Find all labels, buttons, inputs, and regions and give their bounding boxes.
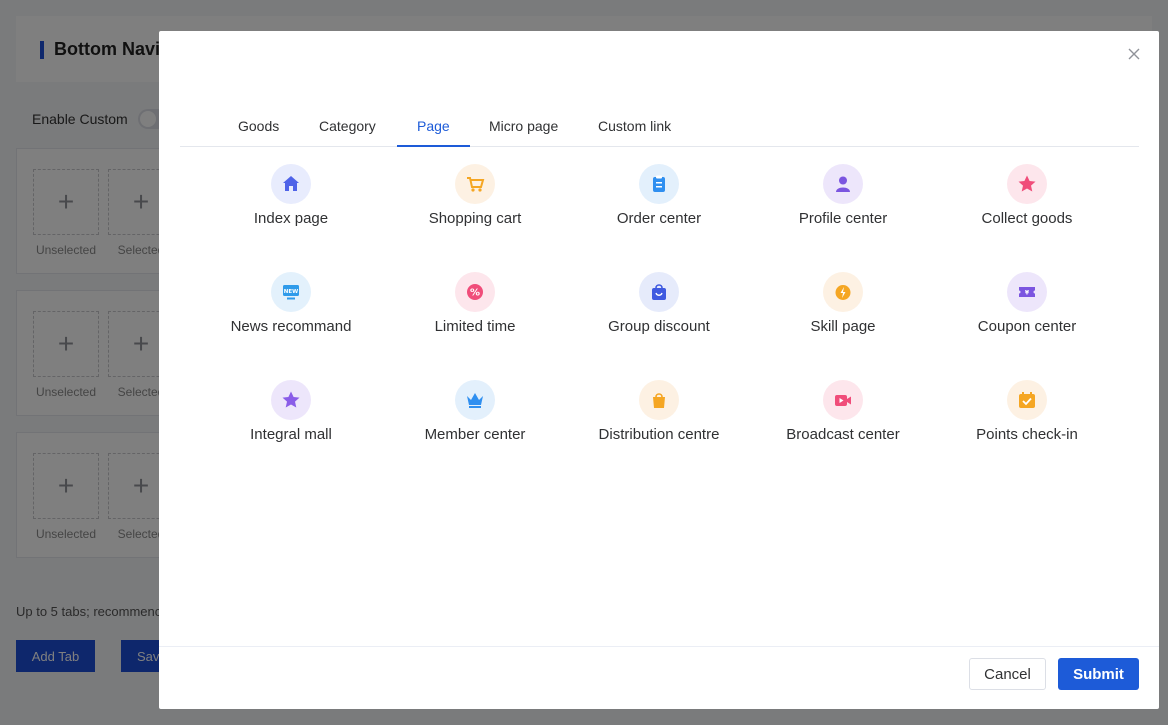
page-item-label: Group discount <box>608 318 710 335</box>
calendar-check-icon <box>1007 380 1047 420</box>
page-item-profile-center[interactable]: Profile center <box>751 164 935 244</box>
page-item-points-check-in[interactable]: Points check-in <box>935 380 1119 460</box>
page-item-label: Integral mall <box>250 426 332 443</box>
page-item-label: Profile center <box>798 210 888 227</box>
tab-page[interactable]: Page <box>397 107 470 147</box>
submit-button[interactable]: Submit <box>1058 658 1139 690</box>
page-item-label: Collect goods <box>981 210 1073 227</box>
crown-icon <box>455 380 495 420</box>
percent-icon: % <box>455 272 495 312</box>
tab-goods[interactable]: Goods <box>218 107 299 146</box>
page-item-label: Coupon center <box>977 318 1077 335</box>
user-icon <box>823 164 863 204</box>
tab-custom-link[interactable]: Custom link <box>578 107 691 146</box>
page-item-news-recommand[interactable]: NEW News recommand <box>199 272 383 352</box>
page-item-member-center[interactable]: Member center <box>383 380 567 460</box>
bag-icon <box>639 272 679 312</box>
page-item-distribution-centre[interactable]: Distribution centre <box>567 380 751 460</box>
shopping-bag-icon <box>639 380 679 420</box>
star-icon <box>1007 164 1047 204</box>
coupon-icon: ¥ <box>1007 272 1047 312</box>
tab-category[interactable]: Category <box>299 107 396 146</box>
news-icon: NEW <box>271 272 311 312</box>
page-item-label: Index page <box>253 210 329 227</box>
link-select-dialog: Goods Category Page Micro page Custom li… <box>159 31 1159 709</box>
video-icon <box>823 380 863 420</box>
page-item-label: Broadcast center <box>786 426 900 443</box>
page-item-skill-page[interactable]: Skill page <box>751 272 935 352</box>
page-item-label: Distribution centre <box>598 426 720 443</box>
page-item-shopping-cart[interactable]: Shopping cart <box>383 164 567 244</box>
page-item-broadcast-center[interactable]: Broadcast center <box>751 380 935 460</box>
page-item-label: News recommand <box>230 318 352 335</box>
page-item-label: Limited time <box>434 318 516 335</box>
link-type-tabs: Goods Category Page Micro page Custom li… <box>180 107 1139 147</box>
page-item-limited-time[interactable]: % Limited time <box>383 272 567 352</box>
page-item-label: Order center <box>616 210 702 227</box>
cancel-button[interactable]: Cancel <box>969 658 1046 690</box>
page-item-integral-mall[interactable]: Integral mall <box>199 380 383 460</box>
page-item-label: Points check-in <box>976 426 1078 443</box>
svg-text:NEW: NEW <box>284 289 298 295</box>
star-icon <box>271 380 311 420</box>
page-item-label: Member center <box>424 426 526 443</box>
alarm-icon <box>823 272 863 312</box>
close-icon[interactable] <box>1125 45 1143 63</box>
page-item-coupon-center[interactable]: ¥ Coupon center <box>935 272 1119 352</box>
page-item-index-page[interactable]: Index page <box>199 164 383 244</box>
tab-micro-page[interactable]: Micro page <box>469 107 578 146</box>
page-item-label: Shopping cart <box>428 210 522 227</box>
clipboard-icon <box>639 164 679 204</box>
dialog-footer: Cancel Submit <box>159 646 1159 709</box>
page-item-collect-goods[interactable]: Collect goods <box>935 164 1119 244</box>
page-item-order-center[interactable]: Order center <box>567 164 751 244</box>
home-icon <box>271 164 311 204</box>
page-item-label: Skill page <box>810 318 876 335</box>
svg-text:%: % <box>470 288 480 299</box>
cart-icon <box>455 164 495 204</box>
page-item-group-discount[interactable]: Group discount <box>567 272 751 352</box>
